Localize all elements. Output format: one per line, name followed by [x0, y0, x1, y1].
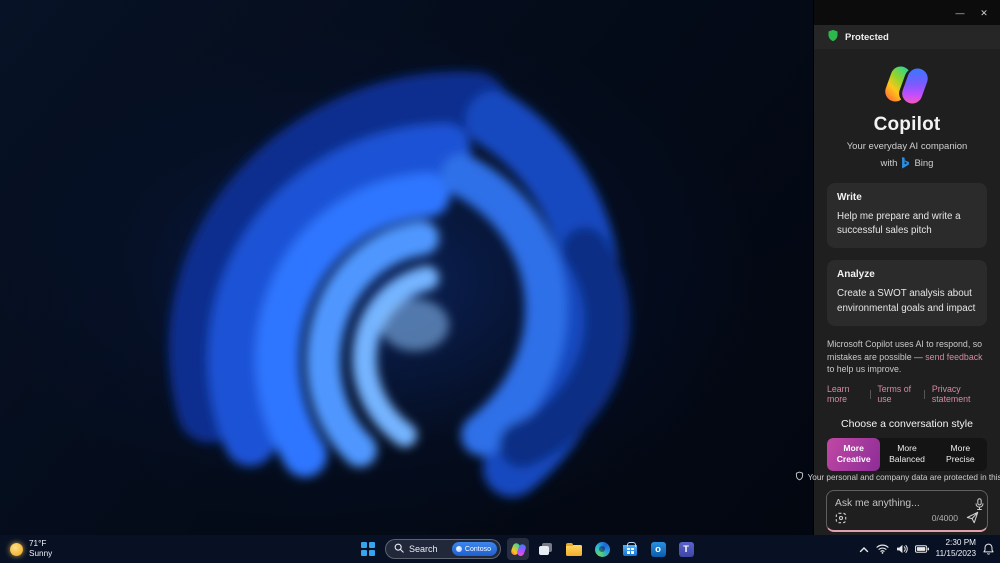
- suggestion-card-write[interactable]: Write Help me prepare and write a succes…: [827, 183, 987, 249]
- taskbar-app-file-explorer[interactable]: [563, 538, 585, 560]
- char-counter: 0/4000: [931, 512, 958, 523]
- weather-condition: Sunny: [29, 549, 53, 558]
- bing-label: Bing: [914, 157, 934, 169]
- option-line: Precise: [945, 454, 975, 465]
- protected-badge: Protected: [814, 25, 1000, 49]
- card-text: Help me prepare and write a successful s…: [837, 211, 961, 237]
- copilot-panel: — ✕ Protected Copilot Your everyday AI c…: [795, 0, 1000, 535]
- style-more-creative[interactable]: More Creative: [827, 438, 881, 472]
- clock-date: 11/15/2023: [935, 549, 976, 558]
- style-chooser-heading: Choose a conversation style: [841, 418, 973, 431]
- option-line: More: [950, 443, 971, 454]
- data-protection-note: Your personal and company data are prote…: [795, 471, 1000, 490]
- terms-of-use-link[interactable]: Terms of use: [877, 384, 917, 404]
- send-feedback-link[interactable]: send feedback: [925, 352, 982, 362]
- conversation-style-chooser: Choose a conversation style More Creativ…: [814, 404, 1000, 472]
- option-line: Creative: [836, 454, 871, 465]
- taskbar-app-edge[interactable]: [591, 538, 613, 560]
- privacy-statement-link[interactable]: Privacy statement: [932, 384, 987, 404]
- page-title: Copilot: [873, 114, 941, 135]
- taskbar: 71°F Sunny Search Contoso o T 2:30 PM 11…: [0, 535, 1000, 563]
- disclaimer-text-after: to help us improve.: [827, 364, 902, 375]
- windows-logo-icon: [361, 542, 375, 556]
- style-more-balanced[interactable]: More Balanced: [880, 438, 933, 471]
- weather-widget[interactable]: 71°F Sunny: [10, 539, 52, 560]
- card-text: Create a SWOT analysis about environment…: [837, 288, 976, 314]
- suggestion-cards: Write Help me prepare and write a succes…: [814, 169, 1000, 326]
- shield-icon: [827, 29, 839, 45]
- minimize-button[interactable]: —: [950, 4, 970, 22]
- edge-browser-icon: [594, 541, 610, 557]
- search-icon: [394, 540, 404, 558]
- notification-bell-icon[interactable]: [983, 543, 994, 555]
- taskbar-app-teams[interactable]: T: [675, 538, 697, 560]
- protected-label: Protected: [845, 31, 889, 43]
- learn-more-link[interactable]: Learn more: [827, 384, 863, 404]
- data-protection-text: Your personal and company data are prote…: [807, 472, 1000, 482]
- taskbar-clock[interactable]: 2:30 PM 11/15/2023: [936, 538, 976, 559]
- option-line: More: [897, 443, 917, 454]
- taskbar-app-store[interactable]: [619, 538, 641, 560]
- search-label: Search: [409, 544, 438, 554]
- wifi-icon[interactable]: [876, 544, 889, 554]
- option-line: Balanced: [889, 454, 925, 465]
- clock-time: 2:30 PM: [945, 538, 977, 548]
- weather-temp: 71°F: [29, 538, 47, 548]
- sun-icon: [10, 542, 23, 556]
- send-icon[interactable]: [966, 511, 979, 524]
- suggestion-card-analyze[interactable]: Analyze Create a SWOT analysis about env…: [827, 260, 987, 326]
- screenshot-capture-icon[interactable]: [835, 512, 847, 524]
- style-options-group: More Creative More Balanced More Precise: [827, 438, 987, 472]
- footer-links: Learn more Terms of use Privacy statemen…: [814, 376, 1000, 404]
- taskbar-app-task-view[interactable]: [535, 538, 557, 560]
- task-view-icon: [539, 542, 553, 556]
- tray-chevron-icon[interactable]: [859, 546, 869, 553]
- desktop: — ✕ Protected Copilot Your everyday AI c…: [0, 0, 1000, 563]
- system-tray: 2:30 PM 11/15/2023: [859, 538, 994, 559]
- search-org-badge: Contoso: [451, 542, 497, 556]
- teams-icon: T: [678, 541, 694, 557]
- chat-input[interactable]: [835, 498, 968, 510]
- copilot-hero: Copilot Your everyday AI companion with …: [814, 49, 1000, 169]
- outlook-icon: o: [650, 541, 666, 557]
- taskbar-search-input[interactable]: Search Contoso: [385, 539, 501, 559]
- option-line: More: [843, 443, 864, 454]
- copilot-icon: [509, 542, 526, 557]
- taskbar-app-outlook[interactable]: o: [647, 538, 669, 560]
- privacy-shield-icon: [795, 471, 804, 483]
- card-category: Write: [837, 192, 862, 203]
- microsoft-store-icon: [623, 542, 637, 556]
- microphone-icon[interactable]: [974, 498, 985, 511]
- divider: [869, 389, 871, 399]
- ai-disclaimer: Microsoft Copilot uses AI to respond, so…: [814, 326, 1000, 376]
- chat-composer[interactable]: 0/4000: [826, 490, 988, 533]
- folder-icon: [566, 542, 582, 556]
- bing-logo-icon: [901, 157, 910, 169]
- taskbar-app-copilot[interactable]: [507, 538, 529, 560]
- close-button[interactable]: ✕: [974, 4, 994, 22]
- org-badge-label: Contoso: [464, 545, 491, 553]
- copilot-logo-icon: [882, 62, 931, 108]
- start-button[interactable]: [357, 538, 379, 560]
- battery-icon[interactable]: [914, 545, 929, 553]
- with-label: with: [880, 157, 898, 169]
- divider: [924, 389, 925, 399]
- panel-titlebar: — ✕: [814, 0, 1000, 25]
- card-category: Analyze: [837, 269, 875, 281]
- style-more-precise[interactable]: More Precise: [934, 438, 987, 471]
- copilot-tagline: Your everyday AI companion: [846, 141, 968, 152]
- volume-icon[interactable]: [896, 544, 908, 554]
- org-logo-icon: [455, 546, 462, 552]
- with-bing-row: with Bing: [814, 157, 1000, 169]
